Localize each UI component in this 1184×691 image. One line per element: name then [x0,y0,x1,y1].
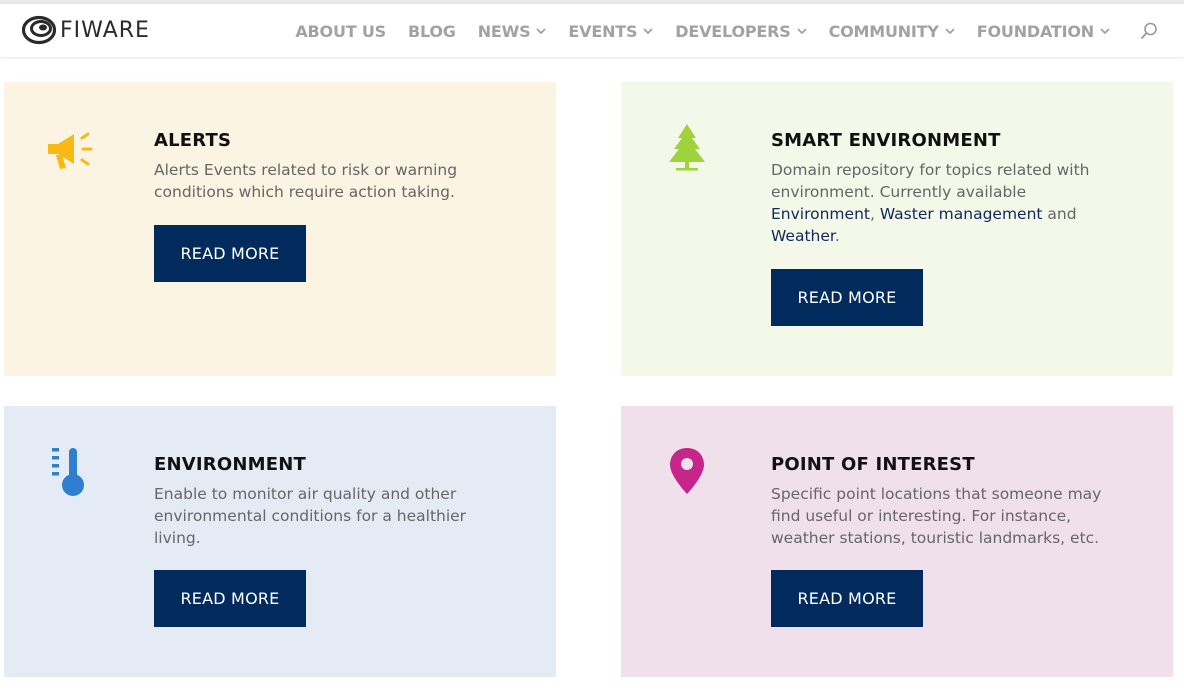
search-icon[interactable] [1140,22,1158,40]
nav-label: NEWS [477,21,531,41]
card-point-of-interest: POINT OF INTEREST Specific point locatio… [621,406,1173,677]
logo-text: FIWARE [60,17,150,43]
separator: and [1042,205,1077,223]
card-description: Domain repository for topics related wit… [771,159,1131,247]
read-more-button[interactable]: READ MORE [771,570,923,627]
card-title: ALERTS [154,130,232,151]
nav-label: EVENTS [568,21,638,41]
trailing-punctuation: . [834,227,840,245]
nav-label: BLOG [407,21,456,41]
nav-label: DEVELOPERS [675,21,791,41]
megaphone-icon [48,132,93,169]
card-alerts: ALERTS Alerts Events related to risk or … [4,82,556,376]
read-more-button[interactable]: READ MORE [771,269,923,326]
card-smart-environment: SMART ENVIRONMENT Domain repository for … [621,82,1173,376]
separator: , [869,205,880,223]
nav-news[interactable]: NEWS [478,22,547,41]
fiware-logo-icon [22,15,56,45]
chevron-down-icon [1100,28,1110,34]
chevron-down-icon [536,28,547,34]
description-text: Domain repository for topics related wit… [771,161,1090,201]
nav-about-us[interactable]: ABOUT US [295,22,386,41]
nav-community[interactable]: COMMUNITY [829,22,955,41]
link-environment[interactable]: Environment [771,205,870,223]
nav-label: FOUNDATION [976,21,1094,41]
nav-foundation[interactable]: FOUNDATION [977,22,1110,41]
tree-icon [669,124,705,171]
card-title: POINT OF INTEREST [771,454,975,475]
card-title: ENVIRONMENT [154,454,306,475]
nav-events[interactable]: EVENTS [568,22,653,41]
chevron-down-icon [945,28,955,34]
nav-label: COMMUNITY [828,21,939,41]
fiware-logo[interactable]: FIWARE [22,14,150,46]
main-nav: ABOUT US BLOG NEWS EVENTS DEVELOPERS COM… [295,4,1184,58]
nav-developers[interactable]: DEVELOPERS [675,21,807,41]
thermometer-icon [52,448,84,496]
map-pin-icon [670,448,704,494]
card-description: Enable to monitor air quality and other … [154,485,467,547]
read-more-button[interactable]: READ MORE [154,570,306,627]
card-description: Alerts Events related to risk or warning… [154,161,458,201]
chevron-down-icon [643,28,653,34]
nav-blog[interactable]: BLOG [408,22,456,41]
nav-label: ABOUT US [295,21,386,41]
link-waster-management[interactable]: Waster management [880,205,1043,223]
card-environment: ENVIRONMENT Enable to monitor air qualit… [4,406,556,677]
read-more-button[interactable]: READ MORE [154,225,306,282]
card-title: SMART ENVIRONMENT [771,130,1001,151]
link-weather[interactable]: Weather [771,227,835,245]
chevron-down-icon [796,28,807,34]
card-description: Specific point locations that someone ma… [771,485,1102,547]
site-header: FIWARE ABOUT US BLOG NEWS EVENTS DEVELOP… [0,4,1184,58]
